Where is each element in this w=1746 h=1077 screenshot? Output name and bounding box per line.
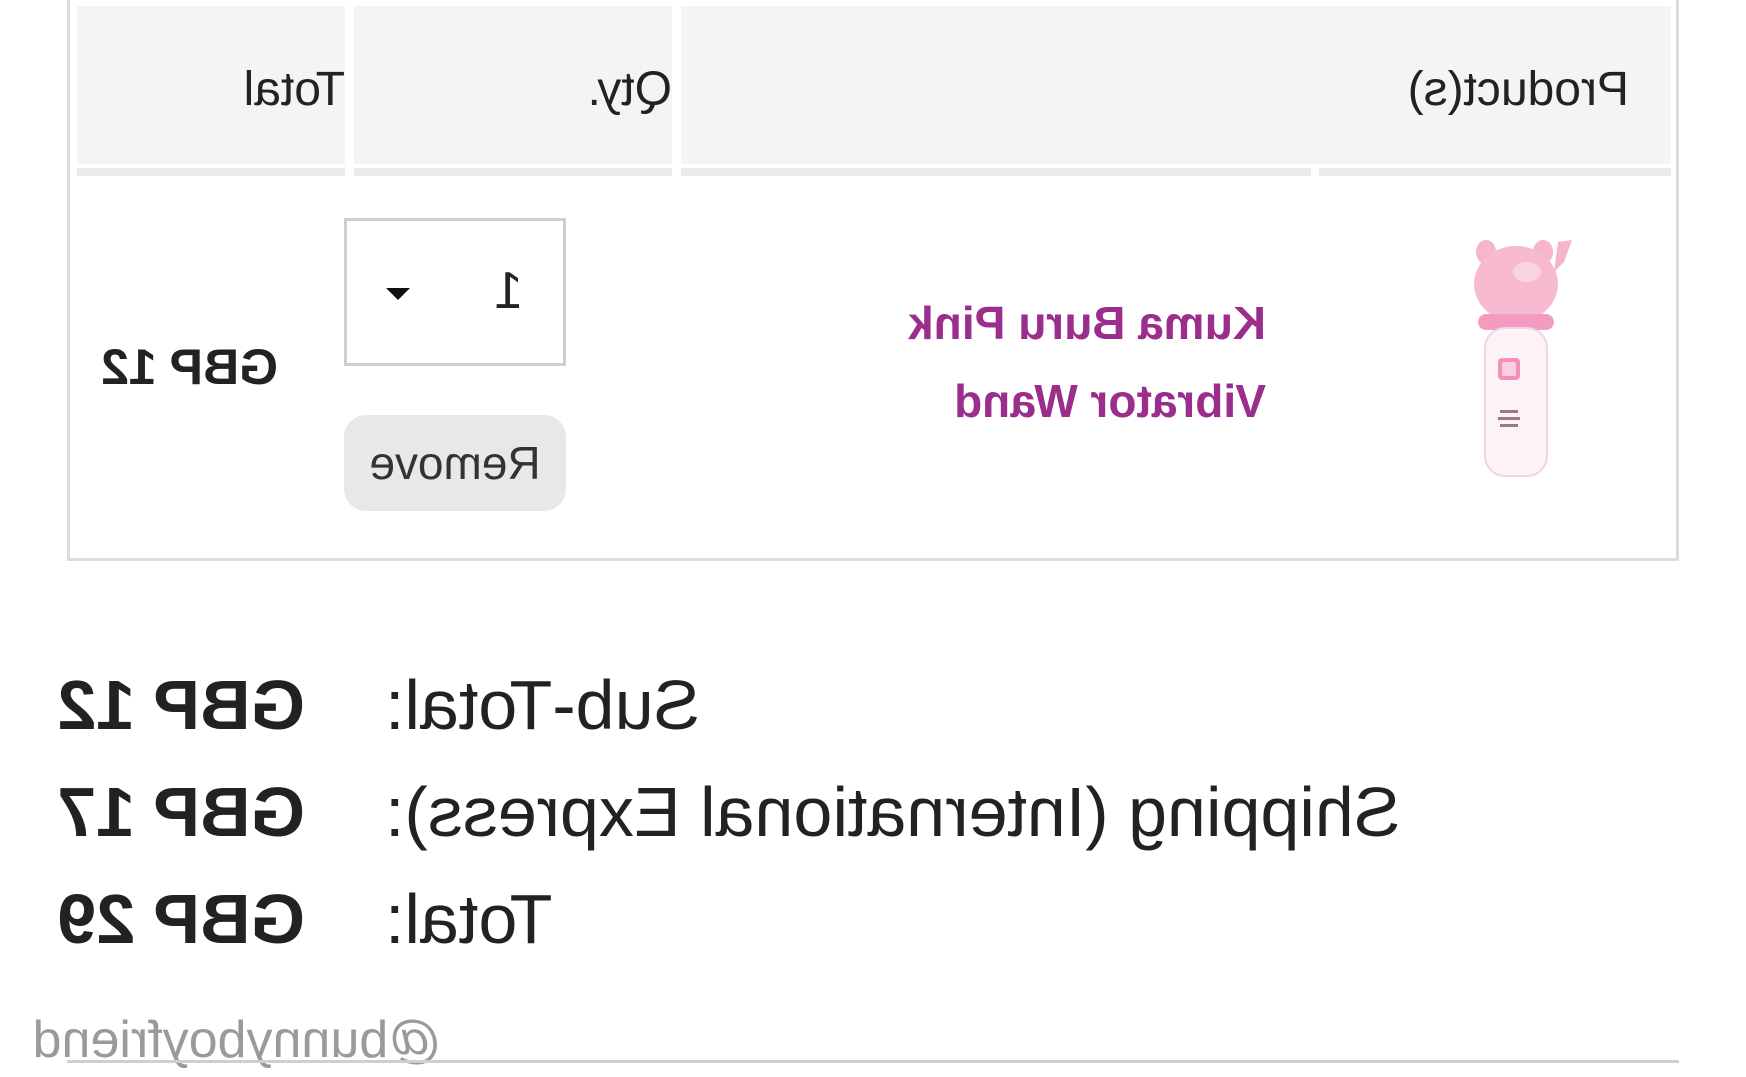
header-divider (1319, 168, 1671, 176)
summary-shipping: GBP 17 Shipping (International Express): (0, 772, 1746, 852)
header-product-label: Product(s) (1407, 63, 1629, 116)
line-total: GBP 12 (101, 339, 278, 395)
summary-total: GBP 29 Total: (0, 879, 1746, 959)
header-total-label: Total (243, 63, 345, 116)
caret-down-icon (386, 288, 410, 300)
subtotal-label: Sub-Total: (385, 666, 701, 744)
header-qty: Qty. (354, 6, 672, 164)
header-divider (77, 168, 345, 176)
header-total: Total (77, 6, 345, 164)
product-image-svg (1474, 240, 1572, 477)
mirrored-screenshot: Thot porn Product(s) Qty. Total (0, 0, 1746, 1077)
summary-subtotal: GBP 12 Sub-Total: (0, 665, 1746, 745)
header-divider (681, 168, 1311, 176)
header-divider (354, 168, 672, 176)
bottom-divider (67, 1060, 1679, 1063)
qty-dropdown[interactable]: 1 (344, 218, 566, 366)
product-image[interactable] (1456, 232, 1576, 496)
grand-total-value: GBP 29 (57, 880, 305, 958)
shipping-value: GBP 17 (57, 773, 305, 851)
shipping-label: Shipping (International Express): (385, 773, 1401, 851)
product-name-link[interactable]: Kuma Buru Pink Vibrator Wand (746, 284, 1266, 440)
header-product: Product(s) (681, 6, 1671, 164)
header-qty-label: Qty. (587, 63, 672, 116)
qty-value: 1 (494, 262, 523, 320)
cart-table: Product(s) Qty. Total Kuma Buru Pink Vib… (67, 0, 1679, 561)
remove-button[interactable]: Remove (344, 415, 566, 511)
grand-total-label: Total: (385, 880, 553, 958)
subtotal-value: GBP 12 (57, 666, 305, 744)
